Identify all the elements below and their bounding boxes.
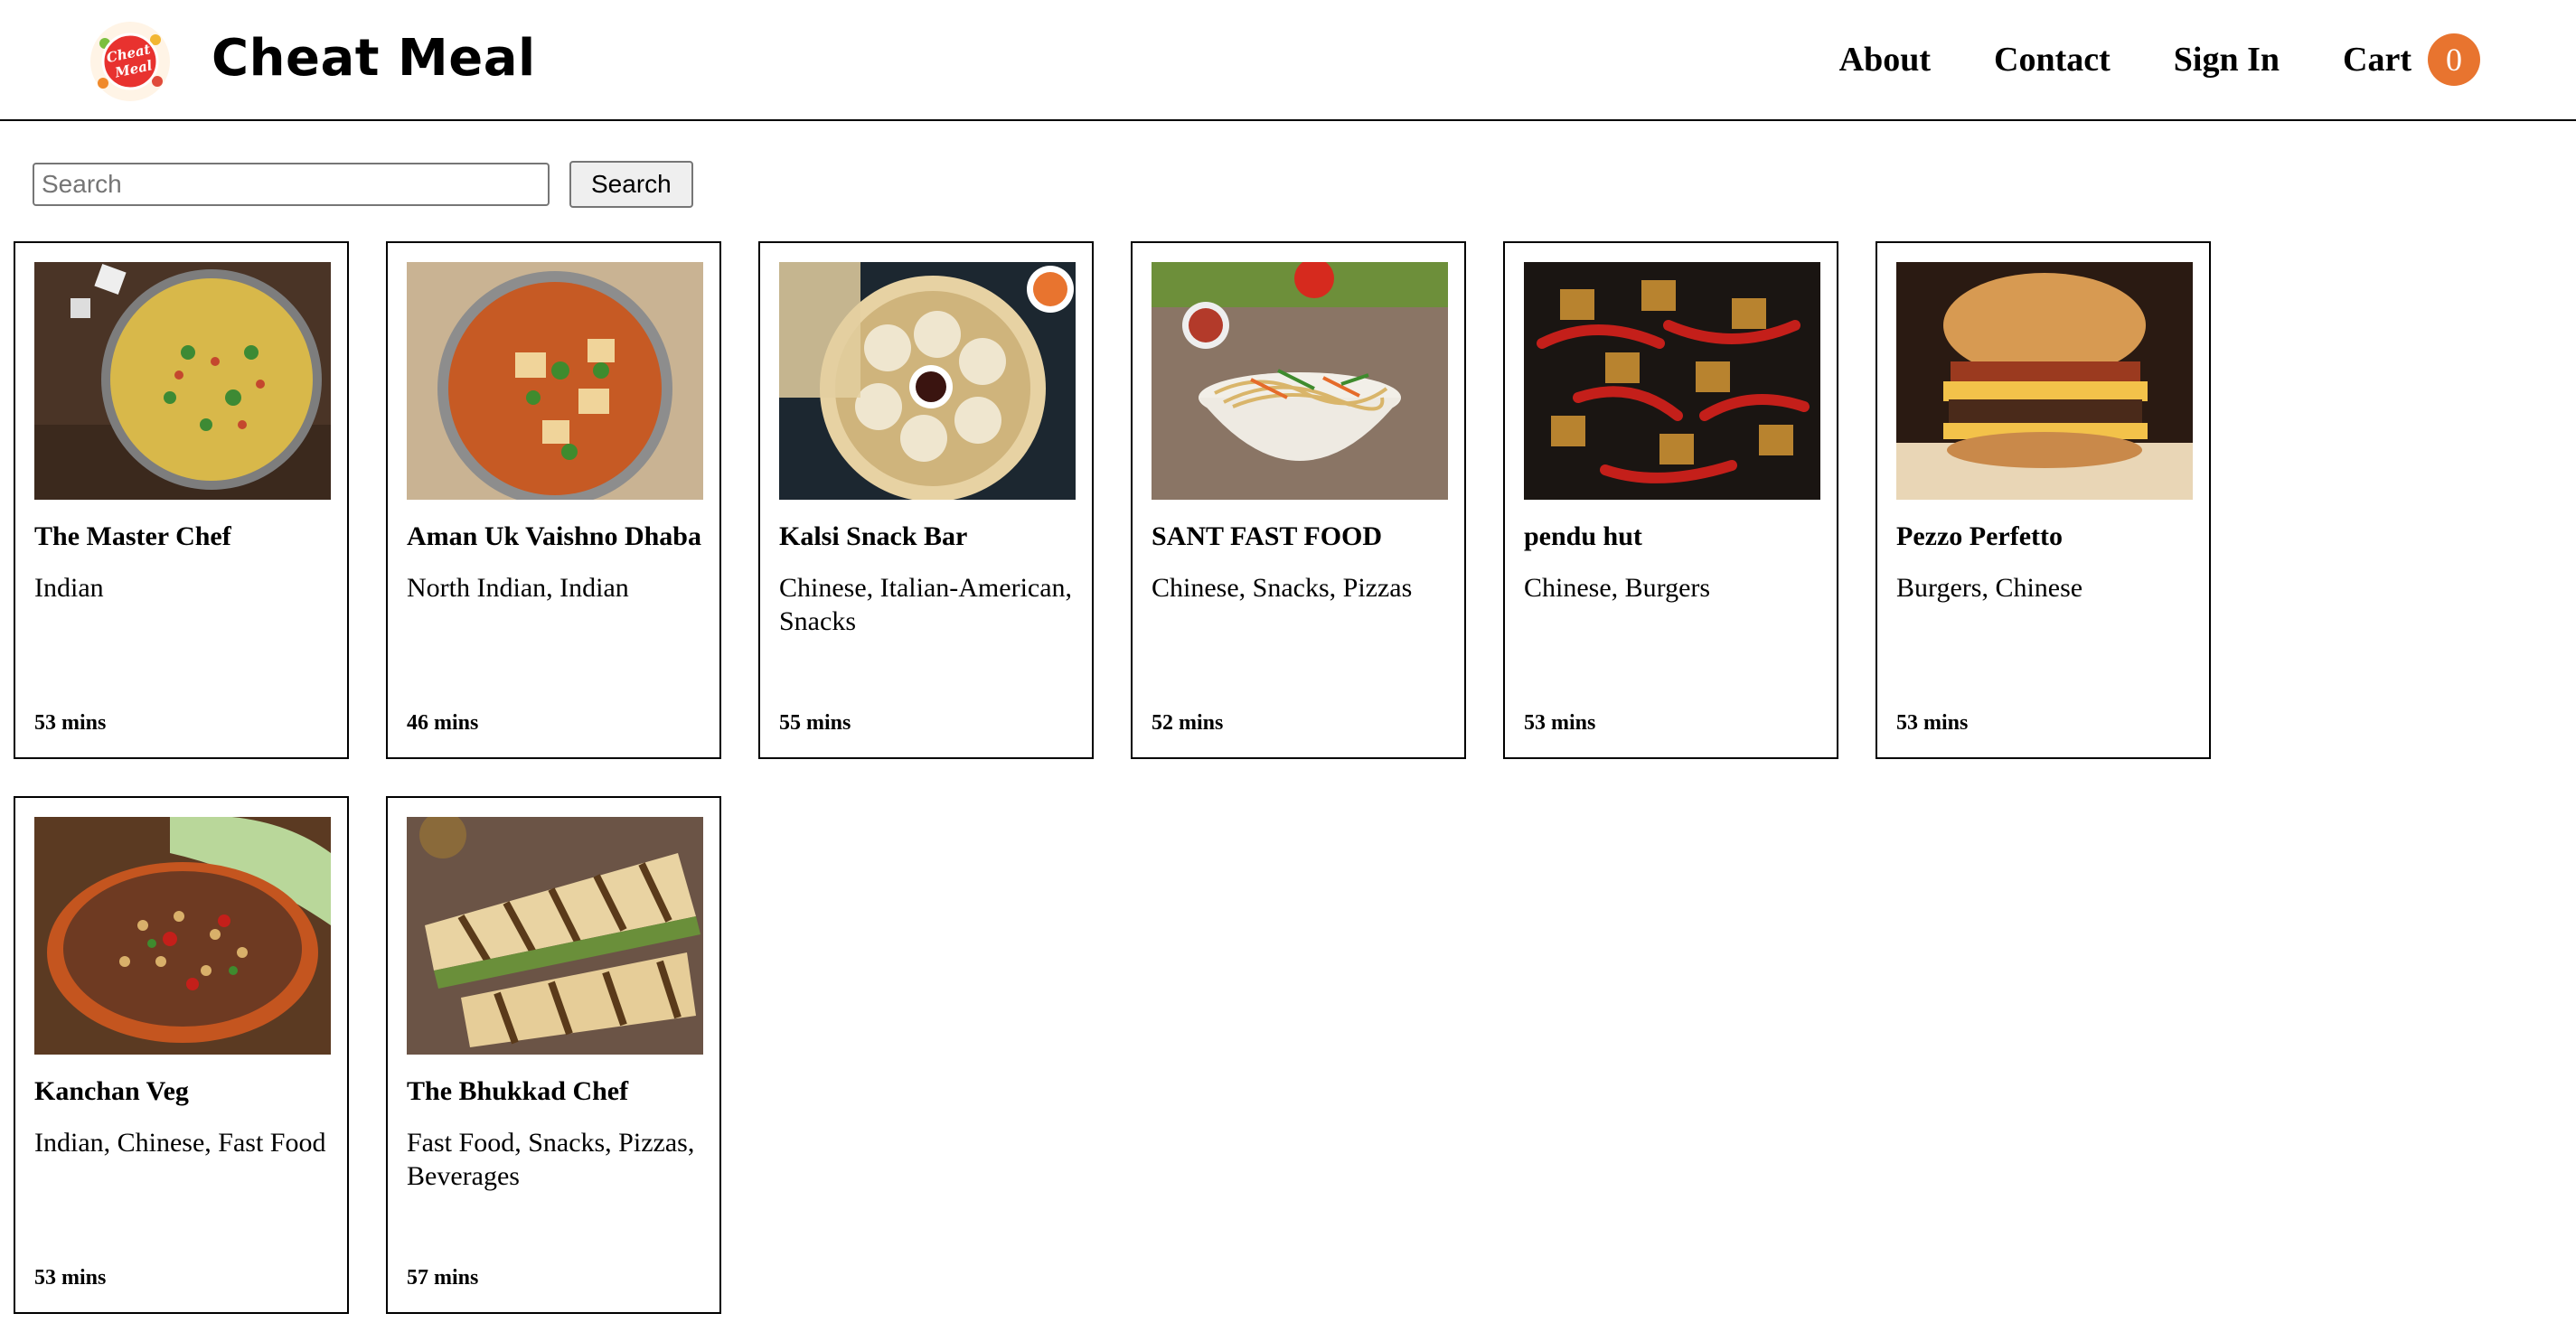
restaurant-cuisines: Chinese, Snacks, Pizzas <box>1152 573 1413 603</box>
restaurant-card[interactable]: Kalsi Snack Bar Chinese, Italian-American… <box>758 241 1094 759</box>
nav-sign-in-link[interactable]: Sign In <box>2174 33 2280 87</box>
restaurant-name: Kalsi Snack Bar <box>779 521 968 551</box>
search-button[interactable]: Search <box>569 161 693 208</box>
restaurant-card[interactable]: Aman Uk Vaishno Dhaba North Indian, India… <box>386 241 721 759</box>
restaurant-name: SANT FAST FOOD <box>1152 521 1383 551</box>
site-header: Cheat Meal Cheat Meal About Contact Sign… <box>0 0 2576 121</box>
restaurant-name: Aman Uk Vaishno Dhaba <box>407 521 701 551</box>
restaurant-image-momos-basket <box>779 262 1076 500</box>
search-bar: Search <box>33 161 693 208</box>
restaurant-cuisines: North Indian, Indian <box>407 573 629 603</box>
restaurant-image-grilled-sandwich <box>407 817 703 1055</box>
restaurant-cuisines: Burgers, Chinese <box>1896 573 2083 603</box>
main-nav: About Contact Sign In Cart 0 <box>1839 33 2480 87</box>
restaurant-card[interactable]: SANT FAST FOOD Chinese, Snacks, Pizzas 52 … <box>1131 241 1466 759</box>
delivery-time: 53 mins <box>34 1266 107 1290</box>
delivery-time: 53 mins <box>1524 711 1596 735</box>
restaurant-card[interactable]: pendu hut Chinese, Burgers 53 mins <box>1503 241 1838 759</box>
restaurant-name: Kanchan Veg <box>34 1076 189 1106</box>
restaurant-card[interactable]: The Master Chef Indian 53 mins <box>14 241 349 759</box>
restaurant-name: The Master Chef <box>34 521 231 551</box>
cheat-meal-logo[interactable]: Cheat Meal <box>87 18 174 105</box>
restaurant-cuisines: Indian, Chinese, Fast Food <box>34 1128 326 1158</box>
cart-label: Cart <box>2343 41 2411 79</box>
delivery-time: 52 mins <box>1152 711 1224 735</box>
nav-about-link[interactable]: About <box>1839 33 1931 87</box>
nav-cart-link[interactable]: Cart 0 <box>2343 33 2480 87</box>
search-input[interactable] <box>33 163 550 206</box>
restaurant-name: Pezzo Perfetto <box>1896 521 2064 551</box>
restaurant-image-egg-bhurji-pan <box>34 262 331 500</box>
restaurant-card[interactable]: Kanchan Veg Indian, Chinese, Fast Food 53 … <box>14 796 349 1314</box>
restaurant-card[interactable]: Pezzo Perfetto Burgers, Chinese 53 mins <box>1876 241 2211 759</box>
restaurant-name: The Bhukkad Chef <box>407 1076 629 1106</box>
delivery-time: 53 mins <box>34 711 107 735</box>
restaurant-cuisines: Chinese, Italian-American, Snacks <box>779 573 1073 636</box>
delivery-time: 53 mins <box>1896 711 1969 735</box>
delivery-time: 46 mins <box>407 711 479 735</box>
delivery-time: 57 mins <box>407 1266 479 1290</box>
restaurant-cuisines: Fast Food, Snacks, Pizzas, Beverages <box>407 1128 695 1191</box>
restaurant-cuisines: Indian <box>34 573 104 603</box>
restaurant-image-paneer-curry <box>407 262 703 500</box>
restaurant-image-cheeseburger <box>1896 262 2193 500</box>
delivery-time: 55 mins <box>779 711 851 735</box>
restaurant-image-chilli-paneer <box>1524 262 1820 500</box>
restaurant-image-noodles-bowl <box>1152 262 1448 500</box>
restaurant-name: pendu hut <box>1524 521 1642 551</box>
restaurant-image-bhel-puri <box>34 817 331 1055</box>
cart-count-badge: 0 <box>2428 33 2480 86</box>
restaurant-cuisines: Chinese, Burgers <box>1524 573 1711 603</box>
nav-contact-link[interactable]: Contact <box>1994 33 2111 87</box>
brand-title[interactable]: Cheat Meal <box>212 29 536 88</box>
restaurant-card[interactable]: The Bhukkad Chef Fast Food, Snacks, Pizza… <box>386 796 721 1314</box>
